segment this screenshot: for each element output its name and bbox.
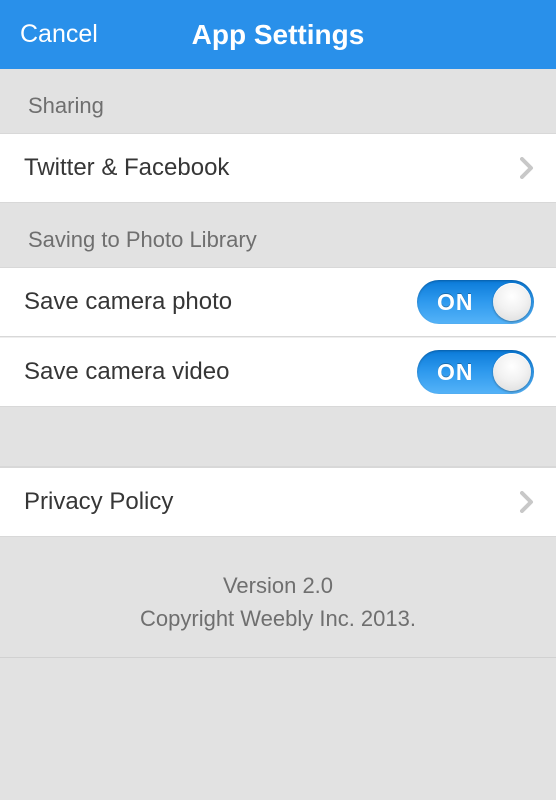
toggle-save-video[interactable]: ON <box>417 350 534 394</box>
row-label: Privacy Policy <box>24 488 173 516</box>
toggle-on-label: ON <box>437 359 474 386</box>
footer: Version 2.0 Copyright Weebly Inc. 2013. <box>0 537 556 658</box>
row-label: Twitter & Facebook <box>24 154 229 182</box>
row-privacy-policy[interactable]: Privacy Policy <box>0 467 556 537</box>
section-header-sharing: Sharing <box>0 69 556 133</box>
row-save-camera-photo: Save camera photo ON <box>0 267 556 337</box>
navbar: Cancel App Settings <box>0 0 556 69</box>
toggle-knob <box>493 353 531 391</box>
section-header-saving: Saving to Photo Library <box>0 203 556 267</box>
row-save-camera-video: Save camera video ON <box>0 337 556 407</box>
toggle-save-photo[interactable]: ON <box>417 280 534 324</box>
row-twitter-facebook[interactable]: Twitter & Facebook <box>0 133 556 203</box>
toggle-knob <box>493 283 531 321</box>
chevron-right-icon <box>520 491 534 513</box>
version-text: Version 2.0 <box>0 569 556 602</box>
copyright-text: Copyright Weebly Inc. 2013. <box>0 602 556 635</box>
section-spacer <box>0 407 556 467</box>
toggle-on-label: ON <box>437 289 474 316</box>
cancel-button[interactable]: Cancel <box>0 20 98 49</box>
row-label: Save camera video <box>24 358 229 386</box>
chevron-right-icon <box>520 157 534 179</box>
row-label: Save camera photo <box>24 288 232 316</box>
